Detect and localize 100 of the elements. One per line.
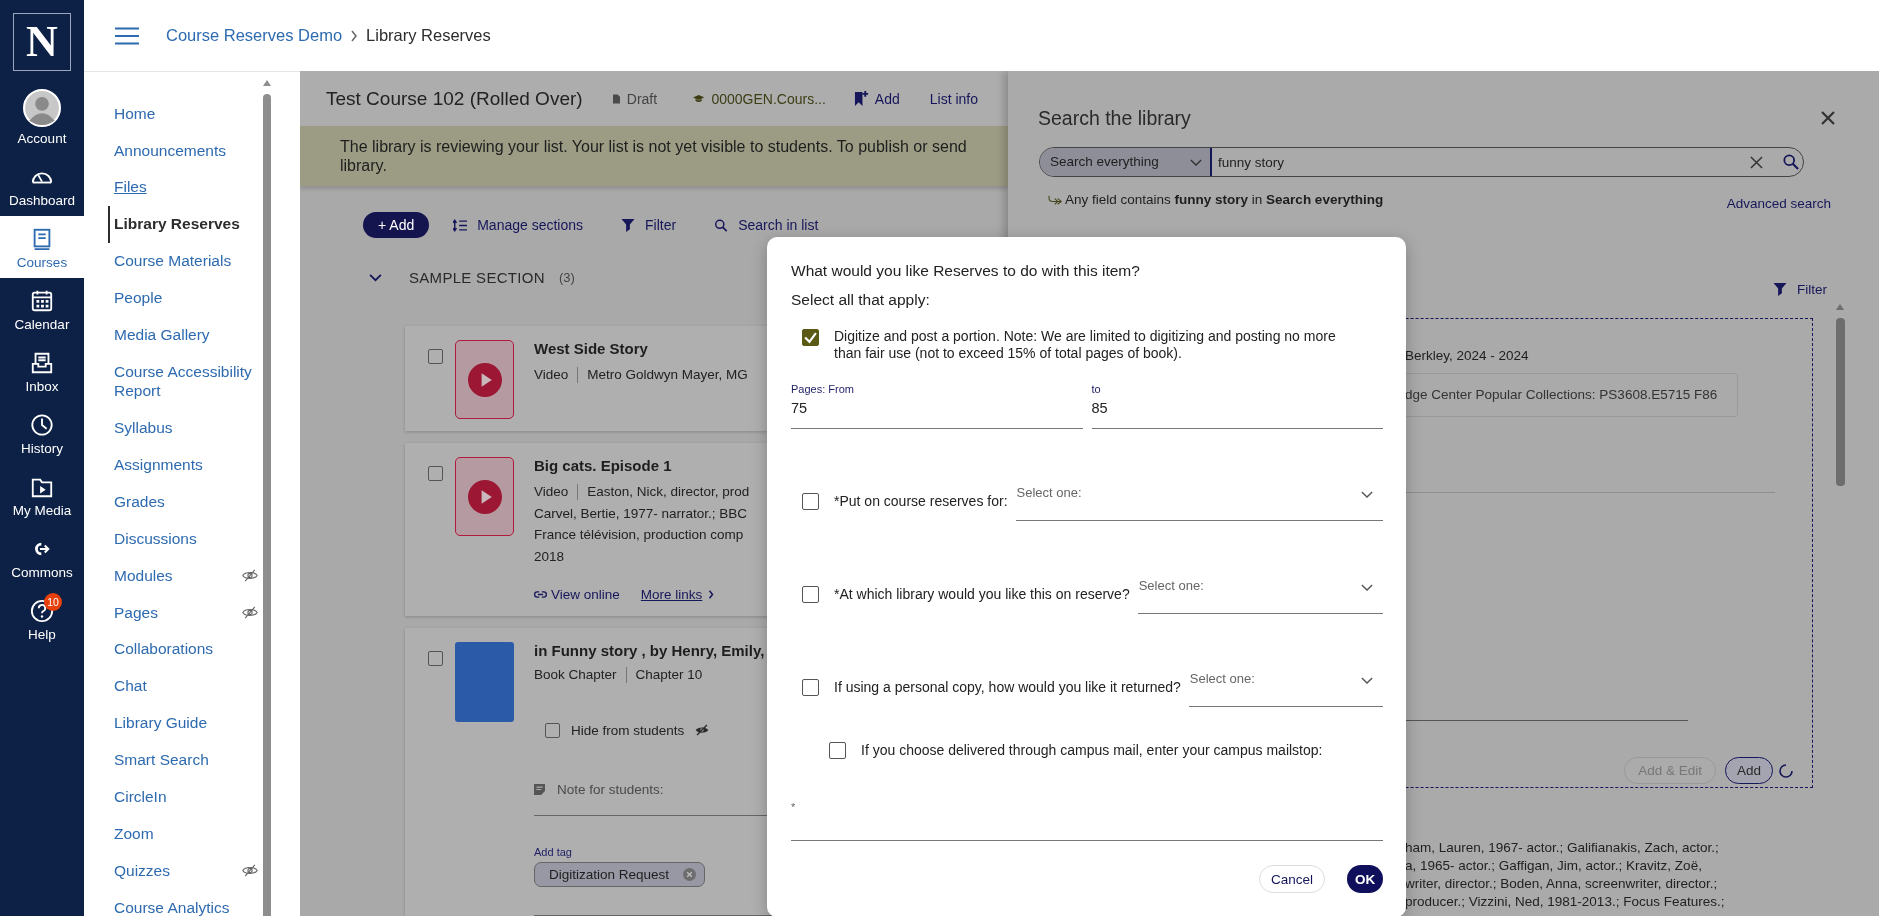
- checkbox[interactable]: [802, 585, 819, 603]
- search-icon[interactable]: [1783, 154, 1799, 170]
- course-nav-item[interactable]: Library Reserves: [108, 205, 258, 243]
- checkbox[interactable]: [428, 349, 443, 364]
- add-button[interactable]: + Add: [363, 212, 430, 238]
- global-nav-item[interactable]: Calendar: [0, 278, 84, 340]
- course-nav-item[interactable]: Modules: [108, 557, 242, 594]
- checkbox[interactable]: [545, 722, 560, 738]
- item-title[interactable]: Big cats. Episode 1: [534, 456, 672, 476]
- course-nav-item[interactable]: Pages: [108, 593, 242, 631]
- ok-button[interactable]: OK: [1347, 865, 1383, 893]
- chevron-down-icon: [1361, 677, 1373, 684]
- checkbox-label: *Put on course reserves for:: [834, 492, 1008, 510]
- result-publisher: Berkley, 2024 - 2024: [1405, 347, 1529, 365]
- scrollbar[interactable]: [1836, 304, 1845, 486]
- checkbox[interactable]: [428, 466, 443, 481]
- item-title[interactable]: West Side Story: [534, 339, 648, 359]
- checkbox-label: Hide from students: [571, 722, 685, 738]
- breadcrumb-link[interactable]: Course Reserves Demo: [166, 26, 343, 45]
- dialog-instruction: Select all that apply:: [791, 290, 930, 310]
- menu-icon[interactable]: [115, 26, 139, 45]
- filter-button[interactable]: Filter: [1773, 282, 1827, 297]
- course-nav-item[interactable]: Syllabus: [108, 409, 258, 447]
- breadcrumb-current: Library Reserves: [366, 26, 491, 45]
- course-nav-item[interactable]: Course Analytics: [108, 888, 258, 916]
- close-icon[interactable]: [1821, 111, 1835, 125]
- field-placeholder: Note for students:: [557, 781, 664, 797]
- item-description: France télévision, production comp: [534, 526, 744, 544]
- item-meta: Metro Goldwyn Mayer, MG: [587, 366, 748, 384]
- cancel-button[interactable]: Cancel: [1258, 865, 1325, 893]
- clear-icon[interactable]: [1750, 155, 1763, 169]
- checkbox[interactable]: [829, 741, 846, 759]
- checkbox[interactable]: [802, 329, 819, 346]
- chevron-down-icon[interactable]: [369, 272, 382, 282]
- remove-icon[interactable]: [683, 867, 697, 881]
- course-nav-item[interactable]: Collaborations: [108, 630, 258, 668]
- checkbox[interactable]: [802, 678, 819, 696]
- course-nav-item[interactable]: Assignments: [108, 446, 258, 484]
- scrollbar[interactable]: [263, 80, 271, 916]
- select-dropdown[interactable]: Select one:: [1137, 574, 1383, 614]
- item-title[interactable]: in Funny story , by Henry, Emily,: [534, 641, 765, 661]
- page-from-field[interactable]: Pages: From 75: [791, 382, 1083, 429]
- mailstop-field[interactable]: *: [791, 800, 1383, 841]
- item-meta: Video: [534, 483, 569, 501]
- banner-text: The library is reviewing your list. Your list is not yet visible to students. To publish or send: [340, 137, 968, 156]
- more-links-link[interactable]: More links: [640, 587, 703, 602]
- search-icon: [714, 218, 729, 232]
- checkmark-icon: [803, 330, 818, 345]
- global-nav-item[interactable]: Account: [0, 82, 84, 154]
- global-nav-item[interactable]: History: [0, 402, 84, 464]
- checkbox[interactable]: [428, 651, 443, 666]
- funnel-icon: [621, 218, 636, 232]
- add-button[interactable]: Add: [1724, 757, 1773, 784]
- course-nav-item[interactable]: Course Materials: [108, 242, 258, 280]
- course-nav-item[interactable]: Media Gallery: [108, 316, 258, 354]
- course-nav-item[interactable]: Home: [108, 95, 258, 132]
- course-nav-item[interactable]: CircleIn: [108, 778, 258, 816]
- page-to-field[interactable]: to 85: [1091, 382, 1383, 429]
- filter-button[interactable]: Filter: [621, 217, 677, 233]
- chevron-down-icon: [1190, 158, 1202, 166]
- course-nav-item[interactable]: Course Accessibility Report: [108, 353, 258, 410]
- global-nav-item[interactable]: Dashboard: [0, 154, 84, 216]
- course-nav-item[interactable]: Quizzes: [108, 852, 242, 889]
- checkbox[interactable]: [802, 492, 819, 510]
- dialog-question: What would you like Reserves to do with this item?: [791, 261, 1140, 281]
- list-info-button[interactable]: List info: [929, 90, 978, 107]
- global-nav-item[interactable]: Help 10: [0, 588, 84, 650]
- funnel-icon: [1773, 283, 1787, 296]
- banner-text: library.: [340, 156, 388, 175]
- course-code-link[interactable]: 0000GEN.Cours...: [711, 90, 826, 107]
- note-icon: [534, 783, 545, 795]
- global-nav-item[interactable]: Inbox: [0, 340, 84, 402]
- item-description: Carvel, Bertie, 1977- narrator.; BBC: [534, 504, 748, 523]
- tag-chip[interactable]: Digitization Request: [534, 861, 706, 887]
- course-nav-item[interactable]: Grades: [108, 483, 258, 521]
- advanced-search-link[interactable]: Advanced search: [1726, 196, 1831, 211]
- select-dropdown[interactable]: Select one:: [1015, 481, 1383, 521]
- course-nav-item[interactable]: Files: [108, 168, 258, 206]
- course-nav-item[interactable]: Smart Search: [108, 741, 258, 779]
- scope-dropdown[interactable]: Search everything: [1040, 148, 1212, 176]
- manage-sections-button[interactable]: Manage sections: [453, 217, 584, 233]
- course-nav-item[interactable]: Announcements: [108, 131, 258, 169]
- course-nav-item[interactable]: Chat: [108, 667, 258, 705]
- global-nav-item[interactable]: Courses: [0, 216, 84, 278]
- avatar-icon: [23, 89, 61, 127]
- section-title: SAMPLE SECTION: [409, 268, 545, 286]
- play-icon: [467, 479, 502, 514]
- view-online-link[interactable]: View online: [534, 587, 620, 602]
- add-bookmark-button[interactable]: Add: [853, 90, 900, 107]
- select-dropdown[interactable]: Select one:: [1188, 667, 1383, 707]
- logo[interactable]: N: [13, 13, 71, 71]
- checkbox-label: *At which library would you like this on reserve?: [834, 585, 1130, 603]
- result-contributors: writer, director.; Boden, Anna, screenwriter, director.;: [1405, 875, 1718, 893]
- global-nav-item[interactable]: Commons: [0, 526, 84, 588]
- course-nav-item[interactable]: Discussions: [108, 520, 258, 557]
- global-nav-item[interactable]: My Media: [0, 464, 84, 526]
- course-nav-item[interactable]: People: [108, 279, 258, 317]
- course-nav-item[interactable]: Zoom: [108, 815, 258, 852]
- course-nav-item[interactable]: Library Guide: [108, 704, 258, 742]
- search-in-list-button[interactable]: Search in list: [714, 217, 819, 233]
